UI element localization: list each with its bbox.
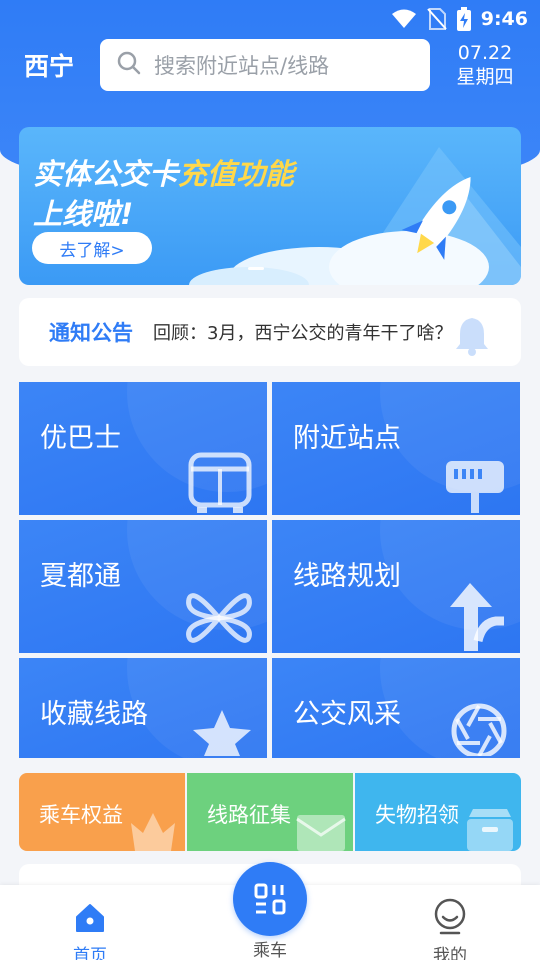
tile-saved-routes[interactable]: 收藏线路 [19, 658, 267, 758]
clover-icon [186, 593, 252, 643]
quick-links: 乘车权益 线路征集 失物招领 [19, 773, 521, 851]
tile-label: 公交风采 [293, 699, 401, 730]
clock: 9:46 [480, 8, 528, 30]
search-box[interactable]: 搜索附近站点/线路 [100, 39, 430, 91]
user-icon [434, 898, 466, 935]
bus-stop-sign-icon [446, 461, 504, 513]
box-icon [467, 809, 513, 851]
strip-label: 线路征集 [207, 803, 291, 827]
strip-label: 失物招领 [375, 803, 459, 827]
envelope-icon [296, 815, 346, 851]
qr-code-icon [254, 883, 286, 915]
banner-highlight: 充值功能 [178, 157, 295, 191]
banner-page-indicator [248, 267, 264, 270]
home-icon [76, 904, 104, 932]
no-sim-icon [426, 8, 447, 30]
tile-route-planning[interactable]: 线路规划 [272, 520, 520, 653]
feature-grid: 优巴士 附近站点 夏都通 线路规划 收藏线路 公交风采 [19, 382, 521, 758]
date-display: 07.22 星期四 [430, 41, 540, 89]
notice-text[interactable]: 回顾：3月，西宁公交的青年干了啥？ [153, 319, 452, 345]
weekday-text: 星期四 [456, 66, 514, 88]
tile-label: 优巴士 [40, 423, 121, 454]
notice-bar[interactable]: 通知公告 回顾：3月，西宁公交的青年干了啥？ [19, 298, 521, 366]
date-text: 07.22 [457, 42, 513, 64]
tab-home-label: 首页 [73, 946, 107, 960]
bell-icon [455, 316, 489, 360]
promo-banner[interactable]: 实体公交卡充值功能 上线啦! 去了解> [19, 127, 521, 285]
battery-charging-icon [456, 7, 471, 31]
ride-button[interactable] [233, 862, 307, 936]
tile-nearby-stops[interactable]: 附近站点 [272, 382, 520, 515]
star-icon [193, 710, 251, 756]
route-arrow-icon [450, 583, 504, 651]
banner-headline: 实体公交卡充值功能 [33, 157, 295, 191]
search-input[interactable]: 搜索附近站点/线路 [154, 50, 329, 80]
strip-route-survey[interactable]: 线路征集 [187, 773, 353, 851]
tab-home[interactable]: 首页 [30, 885, 150, 960]
learn-more-button[interactable]: 去了解> [32, 232, 152, 264]
tile-xiadutong[interactable]: 夏都通 [19, 520, 267, 653]
bus-icon [188, 452, 252, 513]
tab-me[interactable]: 我的 [390, 885, 510, 960]
banner-subheadline: 上线啦! [33, 197, 134, 231]
tile-label: 收藏线路 [40, 699, 148, 730]
tab-me-label: 我的 [433, 946, 467, 960]
tile-label: 附近站点 [293, 423, 401, 454]
strip-label: 乘车权益 [39, 803, 123, 827]
city-selector[interactable]: 西宁 [0, 47, 100, 83]
notice-title: 通知公告 [49, 321, 133, 345]
crown-icon [131, 813, 175, 851]
tile-bus-style[interactable]: 公交风采 [272, 658, 520, 758]
strip-ride-benefits[interactable]: 乘车权益 [19, 773, 185, 851]
tab-ride-label[interactable]: 乘车 [230, 936, 310, 960]
top-header: 西宁 搜索附近站点/线路 07.22 星期四 [0, 38, 540, 92]
tile-youbashi[interactable]: 优巴士 [19, 382, 267, 515]
tile-label: 夏都通 [40, 561, 121, 592]
wifi-icon [391, 9, 417, 29]
camera-aperture-icon [451, 703, 507, 756]
status-bar: 9:46 [0, 0, 540, 38]
strip-lost-found[interactable]: 失物招领 [355, 773, 521, 851]
search-icon [116, 50, 142, 80]
tile-label: 线路规划 [293, 561, 401, 592]
